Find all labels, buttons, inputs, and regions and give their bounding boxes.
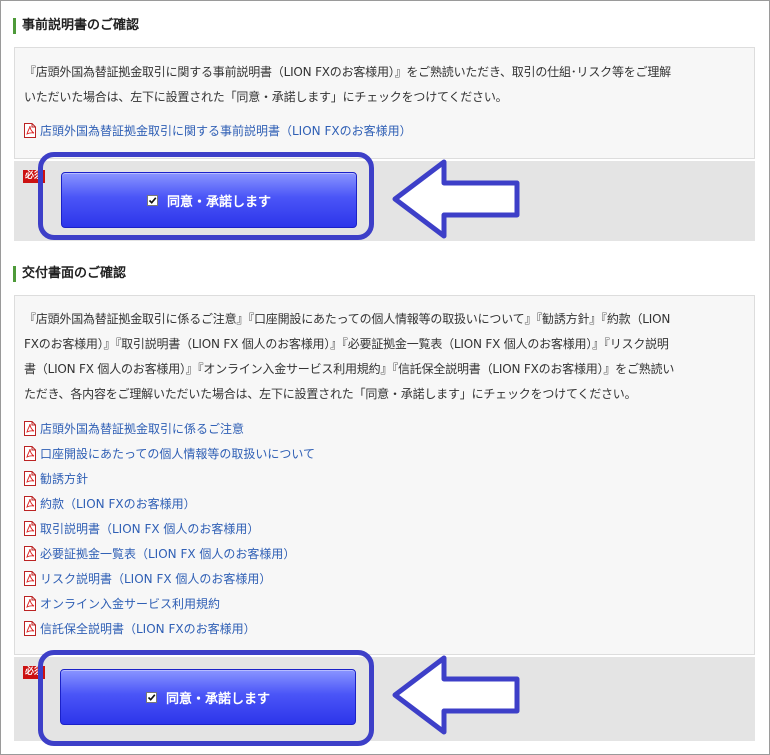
delivery-documents-description: 『店頭外国為替証拠金取引に係るご注意』『口座開設にあたっての個人情報等の取扱いに…: [24, 307, 746, 407]
link-label: 勧誘方針: [40, 472, 89, 486]
link-label: 取引説明書（LION FX 個人のお客様用）: [40, 522, 260, 536]
description-line: FXのお客様用）』『取引説明書（LION FX 個人のお客様用）』『必要証拠金一…: [24, 337, 669, 351]
pdf-link-trading-manual[interactable]: 取引説明書（LION FX 個人のお客様用）: [24, 520, 259, 538]
link-label: リスク説明書（LION FX 個人のお客様用）: [40, 572, 272, 586]
section-title: 交付書面のご確認: [22, 266, 127, 281]
pdf-link-terms[interactable]: 約款（LION FXのお客様用）: [24, 495, 196, 513]
pdf-icon: [24, 596, 36, 611]
pdf-link-pre-contract-document[interactable]: 店頭外国為替証拠金取引に関する事前説明書（LION FXのお客様用）: [24, 122, 412, 140]
pdf-link-personal-info[interactable]: 口座開設にあたっての個人情報等の取扱いについて: [24, 445, 315, 463]
pdf-link-precautions[interactable]: 店頭外国為替証拠金取引に係るご注意: [24, 420, 244, 438]
heading-accent-bar: [13, 266, 16, 282]
pdf-link-online-deposit-terms[interactable]: オンライン入金サービス利用規約: [24, 595, 220, 613]
description-line: 書（LION FX 個人のお客様用）』『オンライン入金サービス利用規約』『信託保…: [24, 362, 675, 376]
agree-button-pre-contract[interactable]: 同意・承諾します: [61, 172, 357, 228]
link-label: 口座開設にあたっての個人情報等の取扱いについて: [40, 447, 316, 461]
delivery-documents-panel: 『店頭外国為替証拠金取引に係るご注意』『口座開設にあたっての個人情報等の取扱いに…: [14, 295, 755, 655]
pdf-icon: [24, 621, 36, 636]
pdf-icon: [24, 123, 36, 138]
pdf-icon: [24, 521, 36, 536]
pdf-icon: [24, 421, 36, 436]
agree-label: 同意・承諾します: [166, 194, 271, 210]
link-label: 必要証拠金一覧表（LION FX 個人のお客様用）: [40, 547, 296, 561]
link-label: 信託保全説明書（LION FXのお客様用）: [40, 622, 256, 636]
pdf-icon: [24, 496, 36, 511]
pdf-icon: [24, 571, 36, 586]
pdf-icon: [24, 446, 36, 461]
agree-checkbox[interactable]: [145, 691, 157, 703]
pdf-link-solicitation-policy[interactable]: 勧誘方針: [24, 470, 88, 488]
section-title: 事前説明書のご確認: [22, 18, 140, 33]
link-label: オンライン入金サービス利用規約: [40, 597, 221, 611]
agree-area-pre-contract: 必須 同意・承諾します: [14, 161, 755, 241]
agree-button-delivery-documents[interactable]: 同意・承諾します: [60, 669, 356, 725]
section-heading-pre-contract: 事前説明書のご確認: [13, 17, 139, 35]
description-line: 『店頭外国為替証拠金取引に係るご注意』『口座開設にあたっての個人情報等の取扱いに…: [24, 312, 671, 326]
agree-label: 同意・承諾します: [165, 691, 270, 707]
section-heading-delivery-documents: 交付書面のご確認: [13, 265, 126, 283]
description-line: 『店頭外国為替証拠金取引に関する事前説明書（LION FXのお客様用）』をご熟読…: [24, 65, 671, 79]
pre-contract-description: 『店頭外国為替証拠金取引に関する事前説明書（LION FXのお客様用）』をご熟読…: [24, 60, 746, 110]
agree-checkbox[interactable]: [146, 194, 158, 206]
agree-area-delivery-documents: 必須 同意・承諾します: [14, 657, 755, 741]
description-line: いただいた場合は、左下に設置された「同意・承諾します」にチェックをつけてください…: [24, 90, 508, 104]
required-badge: 必須: [23, 170, 45, 183]
pdf-icon: [24, 546, 36, 561]
pdf-link-risk-explanation[interactable]: リスク説明書（LION FX 個人のお客様用）: [24, 570, 271, 588]
pdf-link-margin-list[interactable]: 必要証拠金一覧表（LION FX 個人のお客様用）: [24, 545, 295, 563]
description-line: ただき、各内容をご理解いただいた場合は、左下に設置された「同意・承諾します」にチ…: [24, 387, 637, 401]
link-label: 店頭外国為替証拠金取引に関する事前説明書（LION FXのお客様用）: [40, 124, 412, 138]
link-label: 約款（LION FXのお客様用）: [40, 497, 196, 511]
pdf-icon: [24, 471, 36, 486]
pdf-link-trust-protection[interactable]: 信託保全説明書（LION FXのお客様用）: [24, 620, 256, 638]
link-label: 店頭外国為替証拠金取引に係るご注意: [40, 422, 245, 436]
required-badge: 必須: [23, 666, 45, 679]
pre-contract-panel: 『店頭外国為替証拠金取引に関する事前説明書（LION FXのお客様用）』をご熟読…: [14, 47, 755, 159]
heading-accent-bar: [13, 18, 16, 34]
